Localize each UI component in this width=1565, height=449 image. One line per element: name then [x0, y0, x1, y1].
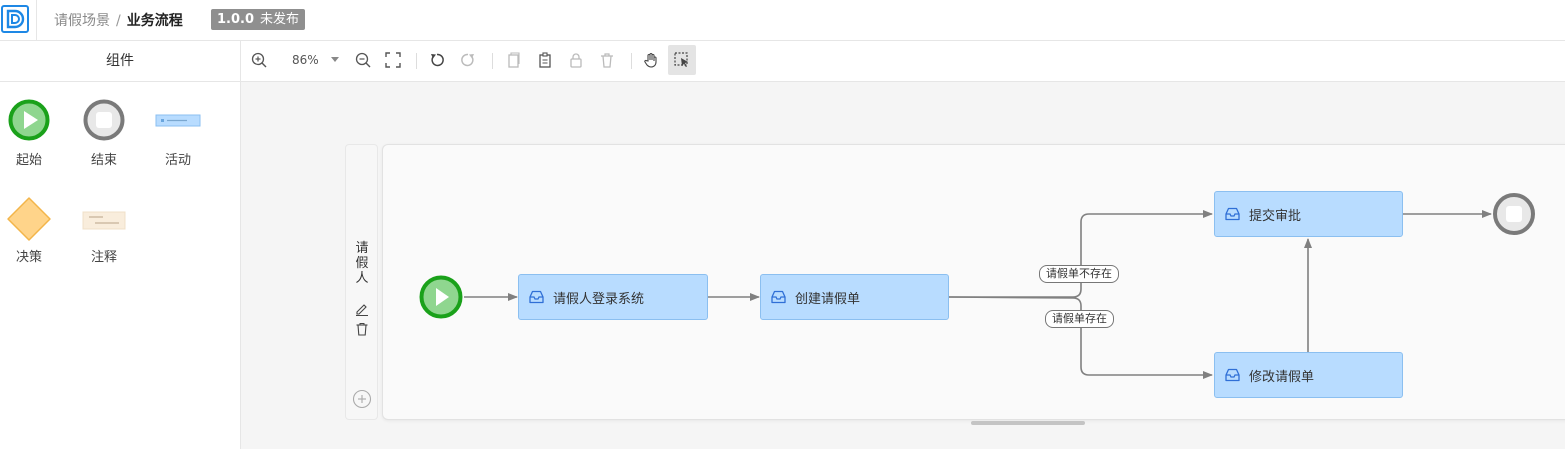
palette-item-end[interactable]: 结束: [74, 99, 134, 168]
page-title: 业务流程: [126, 13, 183, 29]
palette-label: 活动: [164, 153, 191, 168]
task-label: 提交审批: [1249, 208, 1302, 224]
fit-screen-button[interactable]: [379, 45, 407, 75]
edge-label-exists[interactable]: 请假单存在: [1045, 310, 1114, 328]
zoom-out-button[interactable]: [349, 45, 377, 75]
palette-label: 结束: [90, 153, 117, 168]
select-tool-button[interactable]: [668, 45, 696, 75]
zoom-level[interactable]: 86%: [292, 53, 319, 67]
palette-item-decision[interactable]: 决策: [0, 196, 59, 265]
logo-icon: [1, 5, 29, 33]
palette-item-start[interactable]: 起始: [0, 99, 59, 168]
user-task-icon: [529, 290, 544, 304]
hand-tool-icon: [644, 52, 657, 68]
toolbar-divider: [416, 53, 417, 69]
activity-icon: [155, 114, 201, 127]
edge-create-to-submit: [949, 210, 1213, 298]
decision-icon: [7, 197, 51, 241]
zoom-in-button[interactable]: [245, 45, 273, 75]
breadcrumb-scene-link[interactable]: 请假场景: [54, 13, 110, 29]
zoom-in-icon: [251, 52, 267, 68]
task-login[interactable]: 请假人登录系统: [518, 274, 708, 320]
undo-button[interactable]: [423, 45, 451, 75]
edge-label-not-exists[interactable]: 请假单不存在: [1039, 265, 1119, 283]
delete-icon: [601, 53, 613, 68]
palette-label: 决策: [15, 250, 42, 265]
task-label: 创建请假单: [795, 291, 861, 307]
end-event[interactable]: [1493, 193, 1535, 235]
lock-icon: [570, 53, 582, 68]
hand-tool-button[interactable]: [637, 45, 665, 75]
undo-icon: [431, 53, 444, 67]
palette-title: 组件: [0, 41, 240, 82]
lock-button[interactable]: [562, 45, 590, 75]
toolbar-divider: [631, 53, 632, 69]
end-event-icon: [83, 99, 125, 141]
redo-button[interactable]: [454, 45, 482, 75]
annotation-icon: [82, 211, 126, 230]
version-number: 1.0.0: [217, 12, 255, 27]
task-label: 修改请假单: [1249, 369, 1315, 385]
breadcrumb-separator: /: [116, 13, 121, 29]
start-event-icon: [8, 99, 50, 141]
logo[interactable]: [0, 0, 37, 40]
version-badge: 1.0.0 未发布: [211, 9, 306, 30]
task-submit[interactable]: 提交审批: [1214, 191, 1403, 237]
task-label: 请假人登录系统: [553, 291, 645, 307]
redo-icon: [461, 53, 474, 67]
palette-item-activity[interactable]: 活动: [148, 99, 208, 168]
publish-status: 未发布: [260, 12, 300, 27]
horizontal-scrollbar[interactable]: [971, 421, 1085, 425]
diagram-canvas[interactable]: 请假人 请假单不存在 请假单存在 请假人登录系统 创建请假单 提交审批 修改请假…: [241, 82, 1565, 449]
edge-create-to-modify: [948, 296, 1213, 379]
copy-button[interactable]: [499, 45, 527, 75]
user-task-icon: [1225, 368, 1240, 382]
start-event[interactable]: [419, 275, 463, 319]
user-task-icon: [771, 290, 786, 304]
component-palette: 组件 起始 结束 活动 决策 注释: [0, 41, 241, 449]
paste-button[interactable]: [531, 45, 559, 75]
copy-icon: [508, 52, 520, 68]
toolbar-divider: [492, 53, 493, 69]
paste-icon: [539, 52, 551, 68]
breadcrumb: 请假场景 / 业务流程: [54, 10, 183, 30]
select-tool-icon: [674, 52, 688, 67]
app-header: 请假场景 / 业务流程 1.0.0 未发布: [0, 0, 1565, 41]
zoom-dropdown[interactable]: [321, 45, 349, 75]
zoom-out-icon: [355, 52, 371, 68]
palette-item-annotation[interactable]: 注释: [74, 196, 134, 265]
user-task-icon: [1225, 207, 1240, 221]
editor-toolbar: 86%: [241, 41, 1565, 82]
fit-screen-icon: [385, 52, 401, 68]
palette-label: 注释: [90, 250, 117, 265]
delete-button[interactable]: [593, 45, 621, 75]
palette-label: 起始: [15, 153, 42, 168]
chevron-down-icon: [331, 57, 339, 62]
task-modify[interactable]: 修改请假单: [1214, 352, 1403, 398]
task-create[interactable]: 创建请假单: [760, 274, 949, 320]
